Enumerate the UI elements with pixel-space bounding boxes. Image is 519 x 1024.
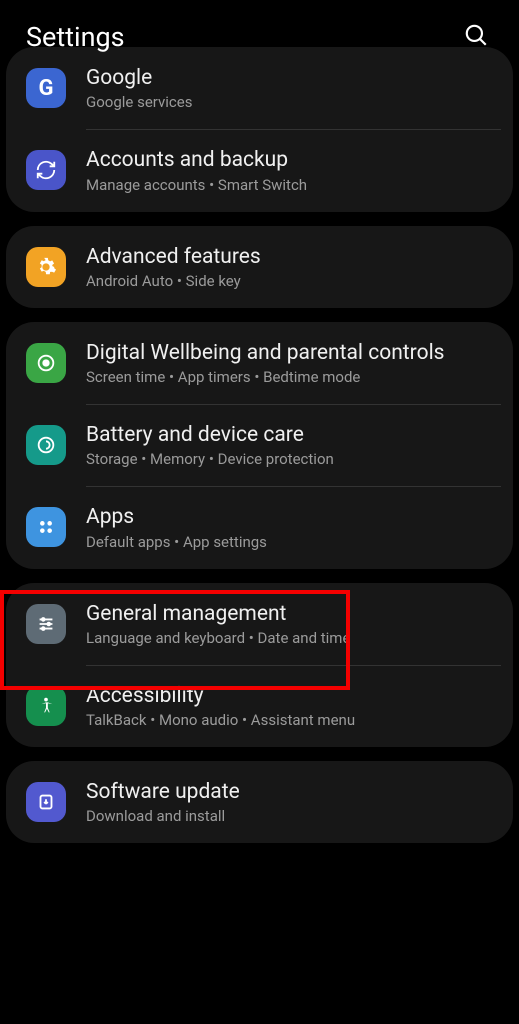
item-title: Digital Wellbeing and parental controls bbox=[86, 340, 493, 366]
settings-item-advanced[interactable]: Advanced features Android Auto • Side ke… bbox=[6, 226, 513, 308]
item-subtitle: Default apps • App settings bbox=[86, 533, 493, 551]
settings-item-apps[interactable]: Apps Default apps • App settings bbox=[6, 486, 513, 568]
wellbeing-icon bbox=[26, 343, 66, 383]
item-subtitle: Screen time • App timers • Bedtime mode bbox=[86, 368, 493, 386]
gear-icon bbox=[26, 247, 66, 287]
settings-item-software[interactable]: Software update Download and install bbox=[6, 761, 513, 843]
item-title: Software update bbox=[86, 779, 493, 805]
settings-group: G Google Google services Accounts and ba… bbox=[6, 47, 513, 212]
item-title: Apps bbox=[86, 504, 493, 530]
settings-group: General management Language and keyboard… bbox=[6, 583, 513, 748]
settings-item-accessibility[interactable]: Accessibility TalkBack • Mono audio • As… bbox=[6, 665, 513, 747]
item-subtitle: Google services bbox=[86, 93, 493, 111]
settings-item-google[interactable]: G Google Google services bbox=[6, 47, 513, 129]
search-icon bbox=[463, 22, 489, 48]
item-title: Accessibility bbox=[86, 683, 493, 709]
item-title: Battery and device care bbox=[86, 422, 493, 448]
item-subtitle: Manage accounts • Smart Switch bbox=[86, 176, 493, 194]
sync-icon bbox=[26, 150, 66, 190]
update-icon bbox=[26, 782, 66, 822]
item-subtitle: Storage • Memory • Device protection bbox=[86, 450, 493, 468]
item-subtitle: Download and install bbox=[86, 807, 493, 825]
item-title: Google bbox=[86, 65, 493, 91]
item-subtitle: TalkBack • Mono audio • Assistant menu bbox=[86, 711, 493, 729]
sliders-icon bbox=[26, 604, 66, 644]
google-icon: G bbox=[26, 68, 66, 108]
settings-item-wellbeing[interactable]: Digital Wellbeing and parental controls … bbox=[6, 322, 513, 404]
item-title: General management bbox=[86, 601, 493, 627]
settings-item-general[interactable]: General management Language and keyboard… bbox=[6, 583, 513, 665]
settings-group: Advanced features Android Auto • Side ke… bbox=[6, 226, 513, 308]
item-title: Accounts and backup bbox=[86, 147, 493, 173]
settings-group: Software update Download and install bbox=[6, 761, 513, 843]
settings-list: G Google Google services Accounts and ba… bbox=[0, 47, 519, 843]
item-subtitle: Language and keyboard • Date and time bbox=[86, 629, 493, 647]
settings-item-devicecare[interactable]: Battery and device care Storage • Memory… bbox=[6, 404, 513, 486]
item-subtitle: Android Auto • Side key bbox=[86, 272, 493, 290]
apps-icon bbox=[26, 507, 66, 547]
accessibility-icon bbox=[26, 686, 66, 726]
settings-group: Digital Wellbeing and parental controls … bbox=[6, 322, 513, 569]
devicecare-icon bbox=[26, 425, 66, 465]
settings-item-accounts[interactable]: Accounts and backup Manage accounts • Sm… bbox=[6, 129, 513, 211]
item-title: Advanced features bbox=[86, 244, 493, 270]
